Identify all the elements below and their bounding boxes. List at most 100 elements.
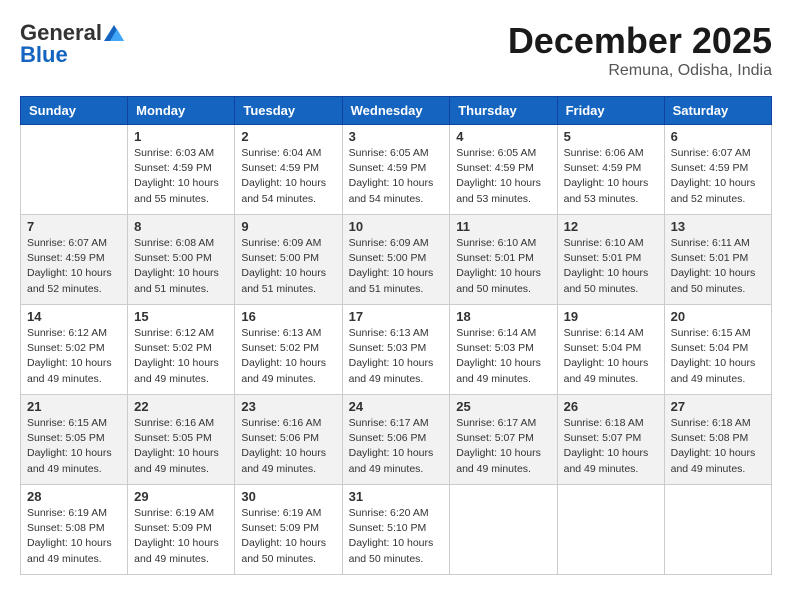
- day-info: Sunrise: 6:13 AMSunset: 5:03 PMDaylight:…: [349, 326, 444, 387]
- col-header-saturday: Saturday: [664, 97, 771, 125]
- calendar-cell: 4 Sunrise: 6:05 AMSunset: 4:59 PMDaylight…: [450, 125, 557, 215]
- day-info: Sunrise: 6:16 AMSunset: 5:05 PMDaylight:…: [134, 416, 228, 477]
- day-number: 6: [671, 129, 765, 144]
- location-title: Remuna, Odisha, India: [508, 62, 772, 80]
- calendar-cell: 21 Sunrise: 6:15 AMSunset: 5:05 PMDayligh…: [21, 395, 128, 485]
- day-info: Sunrise: 6:14 AMSunset: 5:03 PMDaylight:…: [456, 326, 550, 387]
- day-number: 12: [564, 219, 658, 234]
- col-header-thursday: Thursday: [450, 97, 557, 125]
- calendar-cell: 25 Sunrise: 6:17 AMSunset: 5:07 PMDayligh…: [450, 395, 557, 485]
- day-number: 5: [564, 129, 658, 144]
- calendar-cell: 26 Sunrise: 6:18 AMSunset: 5:07 PMDayligh…: [557, 395, 664, 485]
- day-number: 10: [349, 219, 444, 234]
- day-number: 21: [27, 399, 121, 414]
- day-info: Sunrise: 6:08 AMSunset: 5:00 PMDaylight:…: [134, 236, 228, 297]
- day-number: 29: [134, 489, 228, 504]
- calendar-cell: 5Sunrise: 6:06 AMSunset: 4:59 PMDaylight…: [557, 125, 664, 215]
- day-info: Sunrise: 6:19 AMSunset: 5:09 PMDaylight:…: [134, 506, 228, 567]
- day-info: Sunrise: 6:20 AMSunset: 5:10 PMDaylight:…: [349, 506, 444, 567]
- day-info: Sunrise: 6:05 AMSunset: 4:59 PMDaylight:…: [349, 146, 444, 207]
- logo-icon: [104, 25, 124, 41]
- day-number: 26: [564, 399, 658, 414]
- calendar-cell: [664, 485, 771, 575]
- day-number: 18: [456, 309, 550, 324]
- logo-blue-text: Blue: [20, 42, 68, 68]
- day-number: 20: [671, 309, 765, 324]
- day-info: Sunrise: 6:11 AMSunset: 5:01 PMDaylight:…: [671, 236, 765, 297]
- calendar-cell: 10Sunrise: 6:09 AMSunset: 5:00 PMDayligh…: [342, 215, 450, 305]
- day-info: Sunrise: 6:05 AMSunset: 4:59 PMDaylight:…: [456, 146, 550, 207]
- day-info: Sunrise: 6:12 AMSunset: 5:02 PMDaylight:…: [27, 326, 121, 387]
- calendar-table: SundayMondayTuesdayWednesdayThursdayFrid…: [20, 96, 772, 575]
- day-info: Sunrise: 6:18 AMSunset: 5:07 PMDaylight:…: [564, 416, 658, 477]
- day-info: Sunrise: 6:07 AMSunset: 4:59 PMDaylight:…: [27, 236, 121, 297]
- calendar-cell: [21, 125, 128, 215]
- day-number: 13: [671, 219, 765, 234]
- day-number: 23: [241, 399, 335, 414]
- col-header-tuesday: Tuesday: [235, 97, 342, 125]
- calendar-cell: 27Sunrise: 6:18 AMSunset: 5:08 PMDayligh…: [664, 395, 771, 485]
- col-header-monday: Monday: [128, 97, 235, 125]
- calendar-cell: 2 Sunrise: 6:04 AMSunset: 4:59 PMDaylight…: [235, 125, 342, 215]
- calendar-cell: 23 Sunrise: 6:16 AMSunset: 5:06 PMDayligh…: [235, 395, 342, 485]
- calendar-cell: 30Sunrise: 6:19 AMSunset: 5:09 PMDayligh…: [235, 485, 342, 575]
- day-number: 4: [456, 129, 550, 144]
- title-block: December 2025 Remuna, Odisha, India: [508, 20, 772, 80]
- day-info: Sunrise: 6:15 AMSunset: 5:04 PMDaylight:…: [671, 326, 765, 387]
- calendar-cell: 12 Sunrise: 6:10 AMSunset: 5:01 PMDayligh…: [557, 215, 664, 305]
- calendar-cell: 24 Sunrise: 6:17 AMSunset: 5:06 PMDayligh…: [342, 395, 450, 485]
- day-info: Sunrise: 6:07 AMSunset: 4:59 PMDaylight:…: [671, 146, 765, 207]
- day-number: 22: [134, 399, 228, 414]
- day-number: 1: [134, 129, 228, 144]
- calendar-cell: 13 Sunrise: 6:11 AMSunset: 5:01 PMDayligh…: [664, 215, 771, 305]
- calendar-cell: 9 Sunrise: 6:09 AMSunset: 5:00 PMDaylight…: [235, 215, 342, 305]
- day-info: Sunrise: 6:15 AMSunset: 5:05 PMDaylight:…: [27, 416, 121, 477]
- calendar-cell: 18 Sunrise: 6:14 AMSunset: 5:03 PMDayligh…: [450, 305, 557, 395]
- day-number: 9: [241, 219, 335, 234]
- col-header-wednesday: Wednesday: [342, 97, 450, 125]
- calendar-cell: 19 Sunrise: 6:14 AMSunset: 5:04 PMDayligh…: [557, 305, 664, 395]
- calendar-cell: 6 Sunrise: 6:07 AMSunset: 4:59 PMDaylight…: [664, 125, 771, 215]
- day-number: 2: [241, 129, 335, 144]
- day-info: Sunrise: 6:18 AMSunset: 5:08 PMDaylight:…: [671, 416, 765, 477]
- day-number: 15: [134, 309, 228, 324]
- day-info: Sunrise: 6:16 AMSunset: 5:06 PMDaylight:…: [241, 416, 335, 477]
- day-info: Sunrise: 6:17 AMSunset: 5:06 PMDaylight:…: [349, 416, 444, 477]
- day-info: Sunrise: 6:17 AMSunset: 5:07 PMDaylight:…: [456, 416, 550, 477]
- day-number: 24: [349, 399, 444, 414]
- calendar-cell: 3Sunrise: 6:05 AMSunset: 4:59 PMDaylight…: [342, 125, 450, 215]
- day-info: Sunrise: 6:19 AMSunset: 5:09 PMDaylight:…: [241, 506, 335, 567]
- day-number: 7: [27, 219, 121, 234]
- calendar-cell: 20 Sunrise: 6:15 AMSunset: 5:04 PMDayligh…: [664, 305, 771, 395]
- calendar-cell: 11 Sunrise: 6:10 AMSunset: 5:01 PMDayligh…: [450, 215, 557, 305]
- day-info: Sunrise: 6:13 AMSunset: 5:02 PMDaylight:…: [241, 326, 335, 387]
- day-number: 28: [27, 489, 121, 504]
- calendar-cell: 31 Sunrise: 6:20 AMSunset: 5:10 PMDayligh…: [342, 485, 450, 575]
- calendar-cell: [450, 485, 557, 575]
- day-number: 14: [27, 309, 121, 324]
- calendar-cell: 29 Sunrise: 6:19 AMSunset: 5:09 PMDayligh…: [128, 485, 235, 575]
- day-number: 19: [564, 309, 658, 324]
- calendar-cell: 7 Sunrise: 6:07 AMSunset: 4:59 PMDaylight…: [21, 215, 128, 305]
- day-number: 31: [349, 489, 444, 504]
- day-info: Sunrise: 6:10 AMSunset: 5:01 PMDaylight:…: [456, 236, 550, 297]
- day-info: Sunrise: 6:10 AMSunset: 5:01 PMDaylight:…: [564, 236, 658, 297]
- day-number: 8: [134, 219, 228, 234]
- day-info: Sunrise: 6:04 AMSunset: 4:59 PMDaylight:…: [241, 146, 335, 207]
- day-number: 25: [456, 399, 550, 414]
- month-title: December 2025: [508, 20, 772, 62]
- day-info: Sunrise: 6:12 AMSunset: 5:02 PMDaylight:…: [134, 326, 228, 387]
- page-header: General Blue December 2025 Remuna, Odish…: [20, 20, 772, 80]
- calendar-cell: 17Sunrise: 6:13 AMSunset: 5:03 PMDayligh…: [342, 305, 450, 395]
- day-info: Sunrise: 6:19 AMSunset: 5:08 PMDaylight:…: [27, 506, 121, 567]
- day-number: 11: [456, 219, 550, 234]
- calendar-cell: 16Sunrise: 6:13 AMSunset: 5:02 PMDayligh…: [235, 305, 342, 395]
- day-info: Sunrise: 6:09 AMSunset: 5:00 PMDaylight:…: [241, 236, 335, 297]
- calendar-cell: 28 Sunrise: 6:19 AMSunset: 5:08 PMDayligh…: [21, 485, 128, 575]
- calendar-cell: 8 Sunrise: 6:08 AMSunset: 5:00 PMDaylight…: [128, 215, 235, 305]
- calendar-cell: 15 Sunrise: 6:12 AMSunset: 5:02 PMDayligh…: [128, 305, 235, 395]
- calendar-cell: 22 Sunrise: 6:16 AMSunset: 5:05 PMDayligh…: [128, 395, 235, 485]
- calendar-cell: [557, 485, 664, 575]
- calendar-cell: 14 Sunrise: 6:12 AMSunset: 5:02 PMDayligh…: [21, 305, 128, 395]
- day-info: Sunrise: 6:14 AMSunset: 5:04 PMDaylight:…: [564, 326, 658, 387]
